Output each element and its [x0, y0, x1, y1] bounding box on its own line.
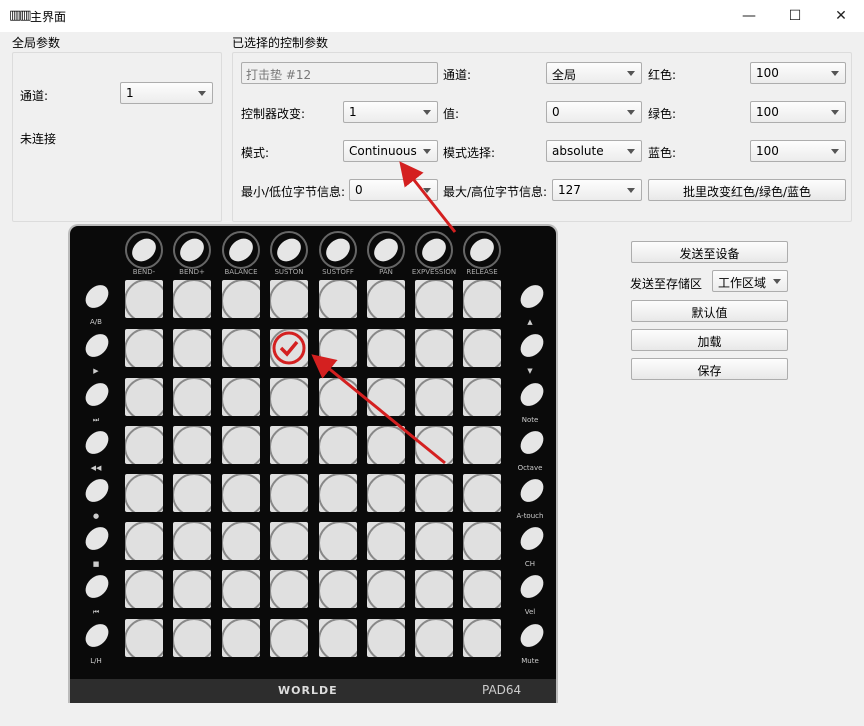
- check-icon: [272, 331, 306, 365]
- annotation-arrows: [311, 161, 457, 465]
- pad-12[interactable]: [270, 329, 308, 367]
- arrow-to-pad: [311, 354, 446, 465]
- arrow-to-mode: [399, 161, 457, 233]
